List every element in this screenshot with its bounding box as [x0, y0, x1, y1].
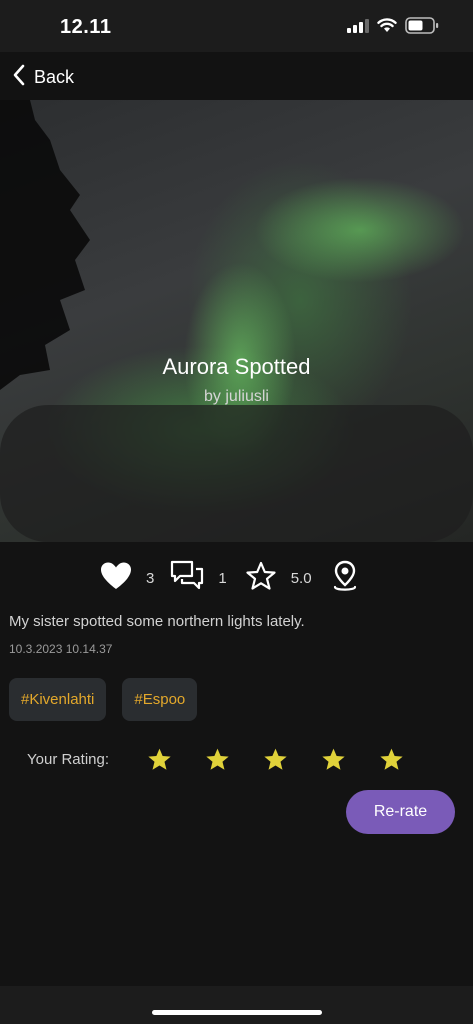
title-overlay	[0, 405, 473, 542]
home-indicator[interactable]	[152, 1010, 322, 1015]
your-rating-stars	[147, 747, 404, 772]
stats-row: 3 1 5.0	[100, 560, 358, 597]
star-icon[interactable]	[321, 747, 346, 772]
post-author: by juliusli	[204, 388, 269, 405]
back-button[interactable]: Back	[12, 62, 74, 92]
bottom-bar	[0, 986, 473, 1024]
cellular-signal-icon	[347, 18, 369, 38]
star-icon[interactable]	[205, 747, 230, 772]
location-pin-icon[interactable]	[332, 560, 358, 597]
heart-icon[interactable]	[100, 561, 132, 596]
tag-list: #Kivenlahti #Espoo	[9, 678, 198, 721]
status-bar: 12.11	[0, 0, 473, 52]
star-icon[interactable]	[263, 747, 288, 772]
star-icon[interactable]	[147, 747, 172, 772]
post-description: My sister spotted some northern lights l…	[9, 613, 305, 630]
wifi-icon	[377, 18, 397, 38]
your-rating-label: Your Rating:	[27, 751, 110, 768]
battery-icon	[405, 17, 439, 39]
status-time: 12.11	[60, 16, 112, 38]
post-title: Aurora Spotted	[162, 354, 311, 379]
status-icons	[347, 17, 439, 39]
tag-chip[interactable]: #Espoo	[122, 678, 198, 721]
rating-value: 5.0	[290, 569, 312, 587]
rerate-button[interactable]: Re-rate	[346, 790, 455, 834]
comments-icon[interactable]	[170, 560, 204, 597]
aurora-photo	[0, 100, 473, 542]
comments-count: 1	[218, 569, 227, 587]
back-label: Back	[34, 66, 75, 87]
nav-bar: Back	[0, 52, 473, 100]
likes-count: 3	[146, 569, 155, 587]
star-icon[interactable]	[379, 747, 404, 772]
star-outline-icon[interactable]	[245, 561, 277, 596]
post-timestamp: 10.3.2023 10.14.37	[9, 642, 113, 656]
chevron-left-icon	[12, 64, 26, 91]
tag-chip[interactable]: #Kivenlahti	[9, 678, 107, 721]
